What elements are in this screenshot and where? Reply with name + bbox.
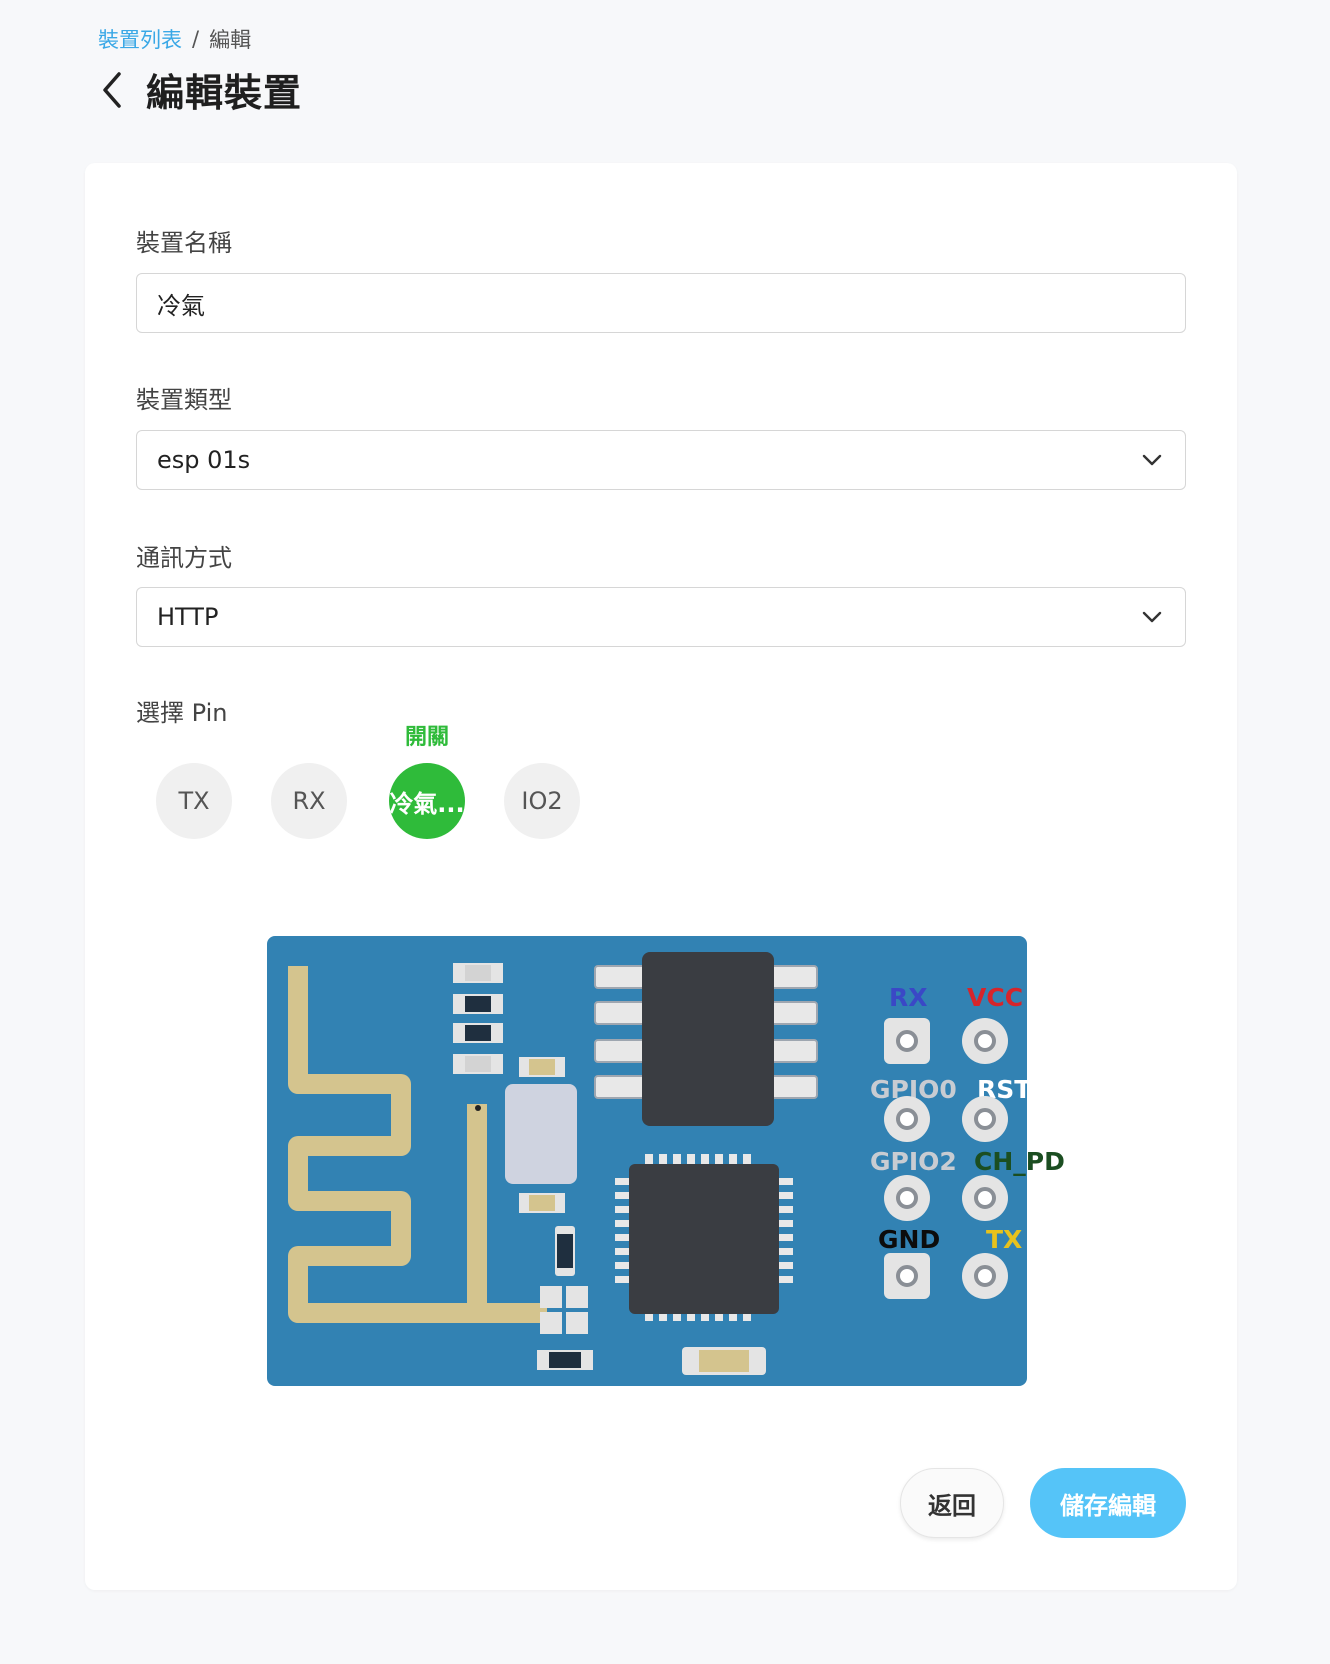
- select-pin-label: 選擇 Pin: [136, 699, 228, 727]
- back-button[interactable]: 返回: [900, 1468, 1004, 1538]
- save-edit-button[interactable]: 儲存編輯: [1030, 1468, 1186, 1538]
- comm-method-value: HTTP: [157, 603, 219, 631]
- esp01s-board-illustration: RX VCC GPIO0 RST GPIO2 CH_PD GND TX: [267, 936, 1067, 1386]
- back-arrow-button[interactable]: [92, 65, 132, 115]
- breadcrumb: 裝置列表 / 編輯: [98, 24, 251, 54]
- board-label-vcc: VCC: [967, 983, 1023, 1012]
- chevron-left-icon: [103, 71, 121, 108]
- pin-tx-button[interactable]: TX: [156, 763, 232, 839]
- device-type-select[interactable]: esp 01s: [136, 430, 1186, 490]
- breadcrumb-current: 編輯: [209, 28, 252, 52]
- page-header: 編輯裝置: [92, 62, 302, 117]
- board-label-gnd: GND: [878, 1225, 940, 1254]
- device-name-label: 裝置名稱: [136, 229, 232, 257]
- pin-rx-button[interactable]: RX: [271, 763, 347, 839]
- breadcrumb-device-list-link[interactable]: 裝置列表: [98, 24, 182, 54]
- chevron-down-icon: [1139, 447, 1165, 473]
- pin-io2-button[interactable]: IO2: [504, 763, 580, 839]
- pin-function-tag: 開關: [404, 725, 449, 750]
- board-label-tx: TX: [986, 1225, 1022, 1254]
- breadcrumb-separator: /: [192, 27, 200, 51]
- board-label-gpio2: GPIO2: [870, 1147, 957, 1176]
- board-label-ch-pd: CH_PD: [974, 1147, 1065, 1176]
- pin-io0-button[interactable]: 冷氣...: [389, 763, 465, 839]
- edit-device-card: 裝置名稱 裝置類型 esp 01s 通訊方式 HTTP 選擇 Pin 開關 TX…: [85, 163, 1237, 1590]
- device-type-label: 裝置類型: [136, 386, 232, 414]
- comm-method-label: 通訊方式: [136, 544, 232, 572]
- page-title: 編輯裝置: [146, 71, 303, 115]
- device-type-value: esp 01s: [157, 446, 251, 474]
- device-name-input[interactable]: [136, 273, 1186, 333]
- comm-method-select[interactable]: HTTP: [136, 587, 1186, 647]
- chevron-down-icon: [1139, 604, 1165, 630]
- board-label-rx: RX: [889, 983, 928, 1012]
